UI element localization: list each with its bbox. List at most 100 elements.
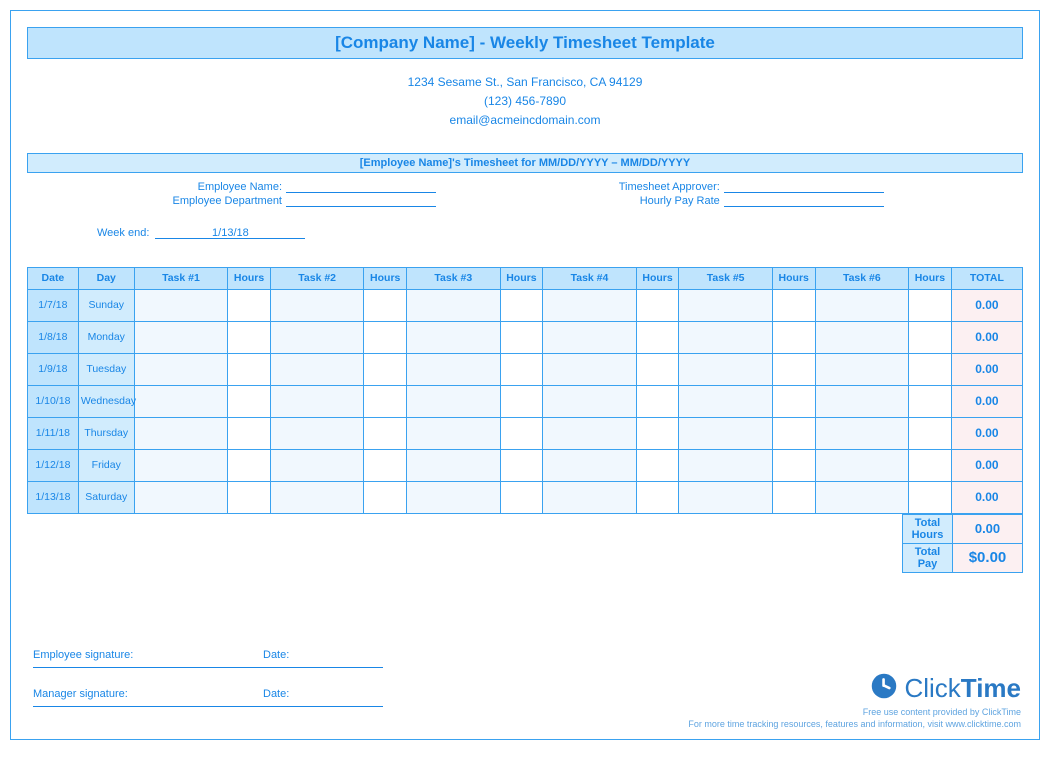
hours-cell[interactable]: [228, 481, 271, 513]
task-cell[interactable]: [134, 289, 228, 321]
task-cell[interactable]: [815, 353, 909, 385]
task-cell[interactable]: [407, 385, 501, 417]
task-cell[interactable]: [543, 417, 637, 449]
hours-cell[interactable]: [636, 385, 679, 417]
hours-cell[interactable]: [909, 449, 952, 481]
task-cell[interactable]: [543, 481, 637, 513]
hours-cell[interactable]: [228, 417, 271, 449]
hours-cell[interactable]: [636, 449, 679, 481]
task-cell[interactable]: [543, 449, 637, 481]
employee-name-field[interactable]: [286, 181, 436, 193]
hours-cell[interactable]: [228, 385, 271, 417]
rate-field[interactable]: [724, 195, 884, 207]
col-hours5: Hours: [772, 267, 815, 289]
task-cell[interactable]: [407, 449, 501, 481]
task-cell[interactable]: [134, 385, 228, 417]
task-cell[interactable]: [270, 321, 364, 353]
hours-cell[interactable]: [364, 449, 407, 481]
hours-cell[interactable]: [500, 353, 543, 385]
hours-cell[interactable]: [909, 481, 952, 513]
hours-cell[interactable]: [909, 353, 952, 385]
task-cell[interactable]: [815, 417, 909, 449]
task-cell[interactable]: [407, 321, 501, 353]
day-cell: Friday: [78, 449, 134, 481]
task-cell[interactable]: [543, 289, 637, 321]
hours-cell[interactable]: [909, 385, 952, 417]
task-cell[interactable]: [134, 449, 228, 481]
task-cell[interactable]: [815, 449, 909, 481]
task-cell[interactable]: [134, 417, 228, 449]
task-cell[interactable]: [407, 417, 501, 449]
approver-field[interactable]: [724, 181, 884, 193]
employee-dept-field[interactable]: [286, 195, 436, 207]
task-cell[interactable]: [270, 353, 364, 385]
task-cell[interactable]: [407, 481, 501, 513]
hours-cell[interactable]: [500, 417, 543, 449]
task-cell[interactable]: [815, 289, 909, 321]
hours-cell[interactable]: [909, 321, 952, 353]
hours-cell[interactable]: [772, 321, 815, 353]
task-cell[interactable]: [679, 449, 773, 481]
table-row: 1/12/18Friday0.00: [28, 449, 1023, 481]
manager-signature-line[interactable]: [33, 706, 383, 707]
row-total: 0.00: [951, 385, 1022, 417]
week-end-field[interactable]: 1/13/18: [155, 227, 305, 239]
task-cell[interactable]: [543, 353, 637, 385]
hours-cell[interactable]: [364, 353, 407, 385]
task-cell[interactable]: [134, 321, 228, 353]
hours-cell[interactable]: [909, 289, 952, 321]
manager-signature-date-label: Date:: [263, 688, 289, 700]
task-cell[interactable]: [679, 289, 773, 321]
hours-cell[interactable]: [500, 481, 543, 513]
hours-cell[interactable]: [500, 449, 543, 481]
hours-cell[interactable]: [772, 417, 815, 449]
hours-cell[interactable]: [772, 449, 815, 481]
hours-cell[interactable]: [364, 385, 407, 417]
employee-signature-line[interactable]: [33, 667, 383, 668]
week-end-label: Week end:: [97, 227, 149, 239]
hours-cell[interactable]: [228, 449, 271, 481]
task-cell[interactable]: [270, 385, 364, 417]
hours-cell[interactable]: [636, 289, 679, 321]
table-header-row: Date Day Task #1 Hours Task #2 Hours Tas…: [28, 267, 1023, 289]
task-cell[interactable]: [134, 353, 228, 385]
task-cell[interactable]: [407, 353, 501, 385]
task-cell[interactable]: [134, 481, 228, 513]
task-cell[interactable]: [543, 385, 637, 417]
hours-cell[interactable]: [909, 417, 952, 449]
hours-cell[interactable]: [500, 321, 543, 353]
task-cell[interactable]: [679, 353, 773, 385]
task-cell[interactable]: [270, 449, 364, 481]
task-cell[interactable]: [679, 481, 773, 513]
hours-cell[interactable]: [772, 289, 815, 321]
task-cell[interactable]: [815, 481, 909, 513]
task-cell[interactable]: [543, 321, 637, 353]
hours-cell[interactable]: [772, 385, 815, 417]
task-cell[interactable]: [815, 321, 909, 353]
task-cell[interactable]: [407, 289, 501, 321]
task-cell[interactable]: [815, 385, 909, 417]
task-cell[interactable]: [270, 481, 364, 513]
task-cell[interactable]: [270, 417, 364, 449]
hours-cell[interactable]: [500, 289, 543, 321]
hours-cell[interactable]: [228, 289, 271, 321]
hours-cell[interactable]: [500, 385, 543, 417]
hours-cell[interactable]: [364, 481, 407, 513]
task-cell[interactable]: [270, 289, 364, 321]
hours-cell[interactable]: [364, 321, 407, 353]
row-total: 0.00: [951, 449, 1022, 481]
hours-cell[interactable]: [228, 321, 271, 353]
hours-cell[interactable]: [636, 417, 679, 449]
hours-cell[interactable]: [772, 353, 815, 385]
hours-cell[interactable]: [228, 353, 271, 385]
hours-cell[interactable]: [364, 417, 407, 449]
task-cell[interactable]: [679, 417, 773, 449]
hours-cell[interactable]: [636, 321, 679, 353]
hours-cell[interactable]: [364, 289, 407, 321]
hours-cell[interactable]: [636, 481, 679, 513]
task-cell[interactable]: [679, 321, 773, 353]
table-row: 1/10/18Wednesday0.00: [28, 385, 1023, 417]
hours-cell[interactable]: [772, 481, 815, 513]
hours-cell[interactable]: [636, 353, 679, 385]
task-cell[interactable]: [679, 385, 773, 417]
